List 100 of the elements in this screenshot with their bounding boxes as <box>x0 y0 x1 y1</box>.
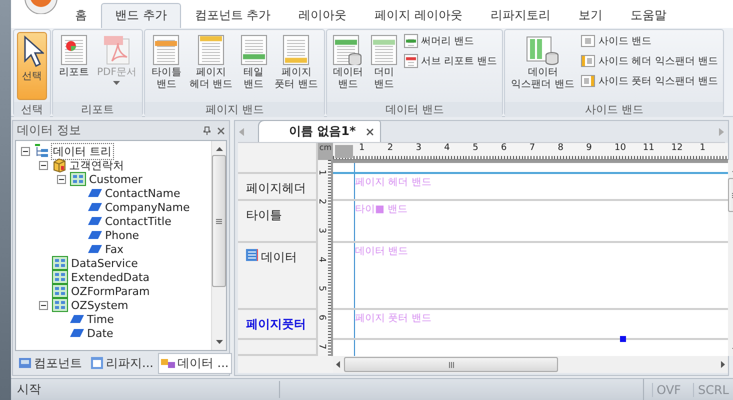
ribbon-button[interactable]: 페이지 풋터 밴드 <box>272 32 321 100</box>
menu-tab[interactable]: 레이아웃 <box>284 3 361 28</box>
ruler-number: 6 <box>318 314 326 320</box>
ribbon-button[interactable]: 데이터 밴드 <box>330 32 366 100</box>
menu-tab[interactable]: 홈 <box>61 3 101 28</box>
ribbon-button[interactable]: 선택 <box>17 32 47 100</box>
panel-title: 데이터 정보 <box>17 122 81 139</box>
band-title: 데이터 밴드 <box>355 245 410 258</box>
collapse-icon[interactable] <box>38 160 49 170</box>
tree-item[interactable]: OZSystem <box>71 298 128 312</box>
scrollbar-thumb[interactable] <box>212 155 226 287</box>
tab-title: 이름 없음1* <box>289 123 356 140</box>
scrollbar-thumb[interactable] <box>344 357 558 372</box>
band-label[interactable]: 페이지풋터 <box>246 316 306 333</box>
ruler-number: 9 <box>586 143 592 154</box>
list-icon <box>246 249 258 261</box>
ribbon-button[interactable]: 사이드 밴드 <box>579 32 720 50</box>
group-label: 사이드 밴드 <box>505 102 723 117</box>
band-title: 타이■ 밴드 <box>355 203 409 216</box>
field-icon <box>88 230 102 240</box>
group-label: 페이지 밴드 <box>145 102 324 117</box>
panel-tab[interactable]: 컴포넌트 <box>15 352 85 374</box>
scroll-right-icon[interactable] <box>721 361 726 368</box>
band-title: 페이지 풋터 밴드 <box>355 312 432 325</box>
ribbon-button[interactable]: 리포트 <box>56 32 92 100</box>
band-title: 페이지 헤더 밴드 <box>355 176 432 189</box>
tree-item[interactable]: ContactTitle <box>105 214 172 228</box>
band-icon <box>404 34 418 48</box>
document-tab[interactable]: 이름 없음1* <box>258 120 381 142</box>
tree-item[interactable]: 고객연락처 <box>69 158 124 172</box>
band-label[interactable]: 페이지헤더 <box>246 180 306 197</box>
tree-item[interactable]: OZFormParam <box>71 284 150 298</box>
report-icon <box>61 35 87 65</box>
repository-icon <box>90 356 104 370</box>
ruler-number: 5 <box>318 286 326 292</box>
ruler-margin <box>335 145 353 158</box>
table-icon <box>52 270 68 284</box>
group-label: 데이터 밴드 <box>326 102 502 117</box>
collapse-icon[interactable] <box>38 300 49 310</box>
grip-icon <box>448 362 454 368</box>
menu-tab[interactable]: 리파지토리 <box>476 3 564 28</box>
caret-icon <box>113 81 120 85</box>
menu-tab[interactable]: 밴드 추가 <box>101 3 181 28</box>
pin-icon[interactable] <box>203 126 211 135</box>
data-link-icon <box>161 356 176 370</box>
ruler-number: 7 <box>529 143 536 154</box>
tree-item[interactable]: ExtendedData <box>71 270 150 284</box>
panel-tab[interactable]: 리파지... <box>87 352 156 374</box>
band-label[interactable]: 데이터 <box>261 249 297 266</box>
ruler-number: 6 <box>500 143 507 154</box>
pdf-icon <box>102 35 131 65</box>
tree-item[interactable]: Customer <box>89 172 142 186</box>
field-icon <box>88 216 102 226</box>
status-indicator: OVF <box>652 382 685 396</box>
ribbon-button[interactable]: 페이지 헤더 밴드 <box>186 32 236 100</box>
field-icon <box>70 314 84 324</box>
column-icon <box>581 75 596 87</box>
tree-item[interactable]: DataService <box>71 256 138 270</box>
column-icon <box>581 35 596 47</box>
close-icon[interactable] <box>366 128 374 136</box>
scroll-down-icon[interactable] <box>216 340 222 344</box>
ribbon-button[interactable]: 더미 밴드 <box>368 32 400 100</box>
menu-tab[interactable]: 보기 <box>564 3 616 28</box>
menu-tab[interactable]: 도움말 <box>616 3 680 28</box>
ruler-number: 10 <box>614 143 626 154</box>
scroll-up-icon[interactable] <box>216 147 222 151</box>
band-label[interactable]: 타이틀 <box>246 207 282 224</box>
collapse-icon[interactable] <box>56 174 67 184</box>
ribbon-button[interactable]: 써머리 밴드 <box>402 32 500 50</box>
status-text: 시작 <box>11 381 280 398</box>
menu-tab[interactable]: 컴포넌트 추가 <box>180 3 285 28</box>
ribbon-button[interactable]: 타이틀 밴드 <box>148 32 184 100</box>
ribbon-button[interactable]: 서브 리포트 밴드 <box>402 52 500 70</box>
tree-item[interactable]: ContactName <box>105 186 180 200</box>
scroll-left-icon[interactable] <box>336 361 340 368</box>
field-icon <box>88 244 102 254</box>
ribbon-button[interactable]: 데이터 익스팬더 밴드 <box>508 32 578 100</box>
menu-tab[interactable]: 페이지 레이아웃 <box>360 3 476 28</box>
ruler-number: 1 <box>359 143 365 154</box>
close-icon[interactable] <box>217 126 225 134</box>
tree-item[interactable]: CompanyName <box>105 200 190 214</box>
tree-item[interactable]: Phone <box>105 228 140 242</box>
ribbon-button[interactable]: 사이드 헤더 익스팬더 밴드 <box>579 52 720 70</box>
table-icon <box>52 256 68 270</box>
panel-tab[interactable]: 데이터 ... <box>158 352 232 374</box>
ribbon-button[interactable]: 테일 밴드 <box>238 32 270 100</box>
ruler-number: 1 <box>318 170 326 176</box>
database-document-icon <box>332 35 363 65</box>
ruler-number: 4 <box>318 256 326 262</box>
table-icon <box>70 172 86 186</box>
ruler-number: 2 <box>387 143 394 154</box>
tree-item[interactable]: Time <box>87 312 114 326</box>
tree-item[interactable]: Date <box>87 326 114 340</box>
resize-handle[interactable] <box>620 336 626 342</box>
collapse-icon[interactable] <box>20 146 31 156</box>
ribbon-button[interactable]: 사이드 풋터 익스팬더 밴드 <box>579 72 720 90</box>
tree-item[interactable]: Fax <box>105 242 124 256</box>
tree-icon <box>34 144 48 158</box>
component-icon <box>18 356 32 370</box>
field-icon <box>88 202 102 212</box>
